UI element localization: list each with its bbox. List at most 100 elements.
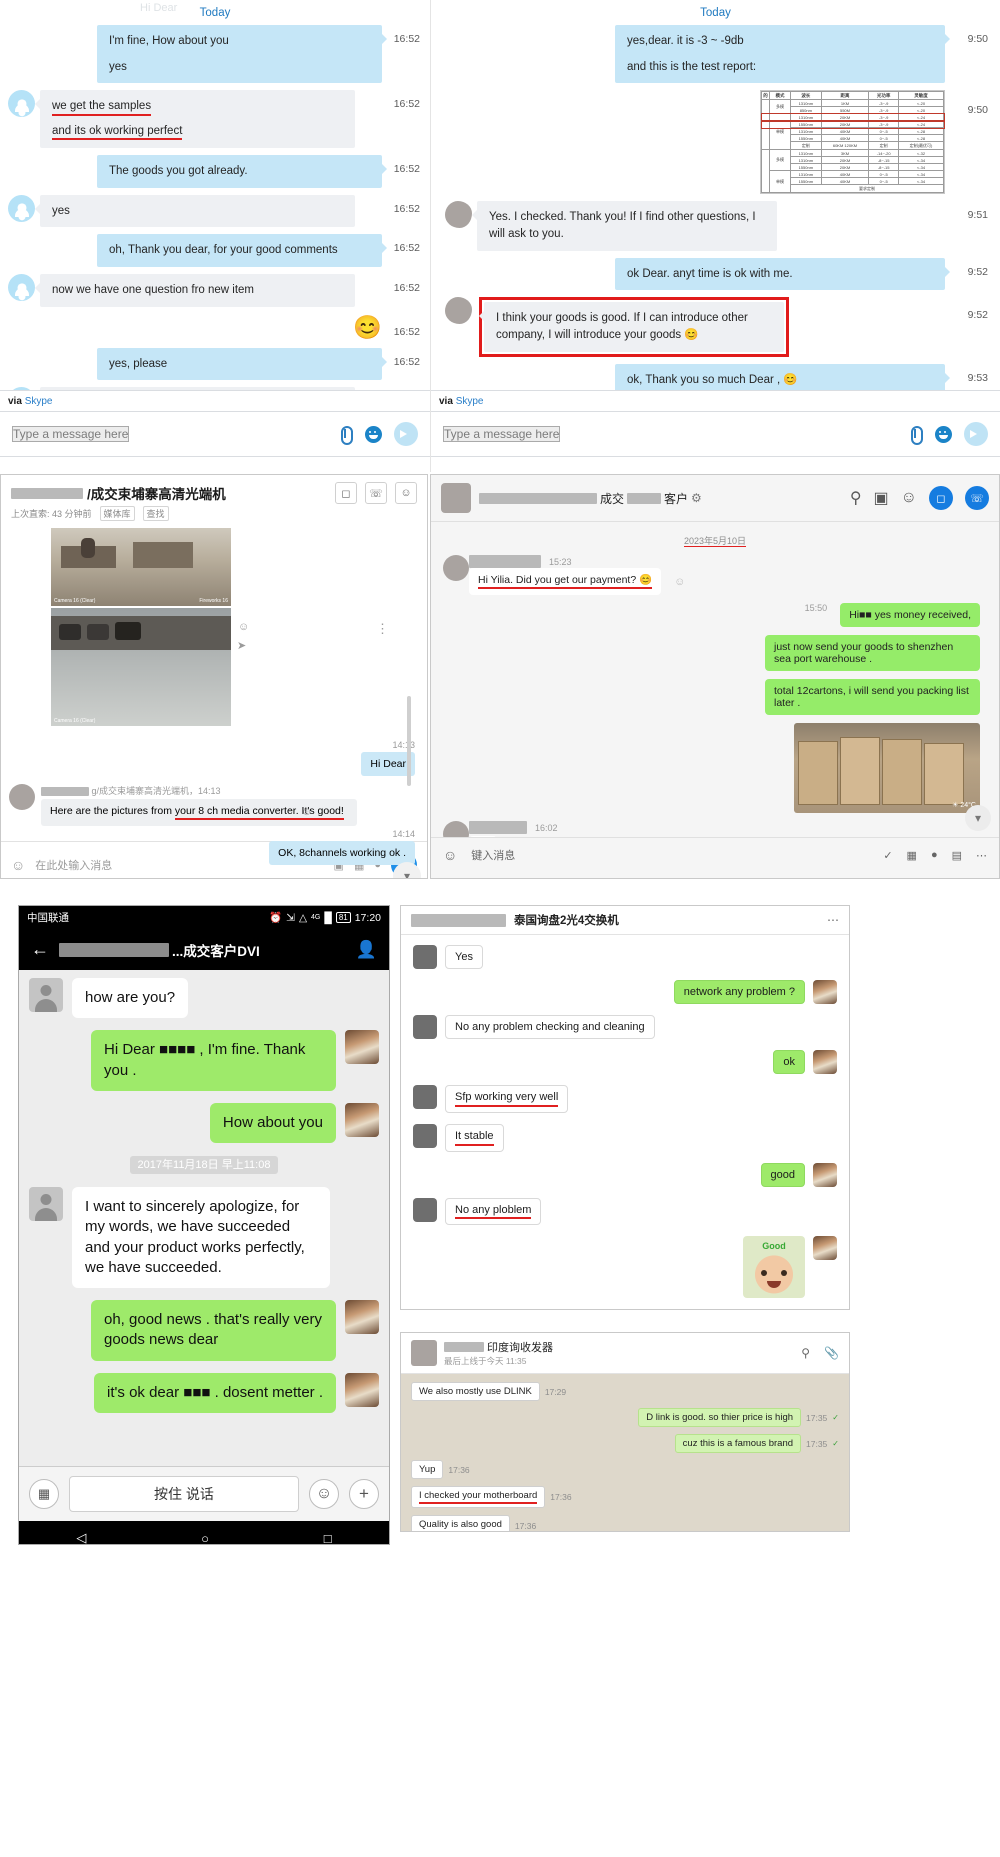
keyboard-icon[interactable]: ▦ bbox=[29, 1479, 59, 1509]
add-icon[interactable]: + bbox=[349, 1479, 379, 1509]
emoji-icon[interactable] bbox=[935, 425, 952, 443]
message-input[interactable]: Type a message here bbox=[12, 426, 130, 442]
chat-bubble[interactable]: total 12cartons, i will send you packing… bbox=[765, 679, 980, 716]
chat-bubble[interactable]: ok Dear. anyt time is ok with me. bbox=[615, 257, 950, 291]
attachment-icon[interactable]: 📎 bbox=[824, 1346, 839, 1360]
chat-bubble[interactable]: Yes bbox=[445, 945, 483, 969]
contact-icon[interactable]: 👤 bbox=[356, 940, 377, 960]
chat-bubble[interactable]: I'm fine, How about you yes bbox=[97, 25, 387, 84]
tab-media[interactable]: 媒体库 bbox=[99, 506, 135, 521]
emoji-react-icon[interactable]: ☺ bbox=[674, 576, 685, 588]
chat-bubble[interactable]: I checked your motherboard bbox=[411, 1486, 546, 1508]
chat-bubble[interactable]: we get the samples and its ok working pe… bbox=[35, 90, 355, 149]
emoji-icon[interactable] bbox=[365, 425, 382, 443]
chat-bubble[interactable]: network any problem ? bbox=[673, 980, 805, 1004]
chat-bubble[interactable]: oh, good news . that's really very goods… bbox=[91, 1300, 336, 1361]
composer[interactable]: ▦ 按住 说话 ☺ + bbox=[19, 1466, 389, 1521]
chat-bubble[interactable]: ok bbox=[773, 1050, 805, 1074]
chat-bubble[interactable]: the transmit ps is 4 input Analog camera bbox=[40, 387, 355, 390]
send-icon[interactable] bbox=[394, 422, 418, 446]
message-input[interactable]: 键入消息 bbox=[471, 847, 869, 863]
chat-bubble[interactable]: Hi bbox=[469, 836, 497, 837]
add-member-icon[interactable]: ☺ bbox=[901, 489, 917, 507]
chat-bubble[interactable]: Yes. I checked. Thank you! If I find oth… bbox=[472, 201, 777, 251]
chat-bubble[interactable]: Hi■■ yes money received, bbox=[840, 603, 980, 628]
chat-bubble[interactable]: Hi Yilia. Did you get our payment? 😊 bbox=[469, 568, 662, 596]
chat-bubble[interactable]: good bbox=[760, 1162, 805, 1187]
chat-bubble[interactable]: yes, please bbox=[97, 347, 387, 381]
search-icon[interactable]: ⚲ bbox=[801, 1346, 810, 1360]
chat-bubble[interactable]: We also mostly use DLINK bbox=[411, 1382, 540, 1401]
file-icon[interactable]: ▦ bbox=[907, 849, 917, 862]
chat-bubble[interactable]: just now send your goods to shenzhen sea… bbox=[765, 635, 980, 672]
camera-photo-2[interactable]: Camera 16 (Clear) bbox=[51, 608, 231, 726]
video-call-icon[interactable]: ◻ bbox=[335, 482, 357, 504]
test-report-image[interactable]: 的模式 波长 距离 光功率 灵敏度 多模 1310nm 1KM -3~-9 <-20 850nm… bbox=[760, 90, 945, 195]
add-contact-icon[interactable]: ☺ bbox=[395, 482, 417, 504]
emoji-icon[interactable]: ☺ bbox=[309, 1479, 339, 1509]
chat-bubble[interactable]: Sfp working very well bbox=[445, 1085, 569, 1113]
attachment-icon[interactable] bbox=[908, 425, 923, 445]
good-job-baby-sticker[interactable]: Good bbox=[743, 1236, 805, 1299]
emoji-react-icon[interactable]: ☺ bbox=[301, 806, 312, 818]
scrollbar-thumb[interactable] bbox=[407, 696, 411, 786]
message-row: Sfp working very well bbox=[413, 1085, 837, 1113]
translate-icon[interactable]: ✓ bbox=[883, 849, 892, 862]
message-input[interactable]: Type a message here bbox=[443, 426, 561, 442]
more-options-icon[interactable]: ⋯ bbox=[827, 913, 839, 927]
chat-bubble[interactable]: now we have one question fro new item bbox=[35, 274, 355, 307]
send-icon[interactable] bbox=[964, 422, 988, 446]
emoji-react-icon[interactable]: ☺ bbox=[238, 621, 249, 633]
hold-to-talk-button[interactable]: 按住 说话 bbox=[69, 1476, 299, 1512]
chat-bubble[interactable]: It stable bbox=[445, 1123, 504, 1152]
gear-icon[interactable]: ⚙ bbox=[691, 491, 702, 505]
chat-bubble[interactable]: cuz this is a famous brand bbox=[674, 1434, 802, 1453]
voice-call-button[interactable]: ☏ bbox=[965, 486, 989, 510]
chat-bubble[interactable]: No any ploblem bbox=[445, 1197, 542, 1226]
voice-call-icon[interactable]: ☏ bbox=[365, 482, 387, 504]
composer[interactable]: Type a message here bbox=[431, 411, 1000, 457]
composer[interactable]: Type a message here bbox=[0, 411, 430, 457]
mic-icon[interactable]: ● bbox=[931, 849, 938, 861]
back-button[interactable]: ◁ bbox=[76, 1530, 86, 1544]
more-options-icon[interactable]: ⋮ bbox=[376, 621, 389, 637]
emoji-message[interactable]: 😊 bbox=[353, 314, 382, 341]
search-icon[interactable]: ⚲ bbox=[850, 488, 862, 508]
back-icon[interactable]: ← bbox=[31, 939, 49, 960]
chat-bubble[interactable]: it's ok dear ■■■ . dosent metter . bbox=[94, 1372, 336, 1413]
video-call-button[interactable]: ◻ bbox=[929, 486, 953, 510]
chat-bubble[interactable]: oh, Thank you dear, for your good commen… bbox=[97, 234, 387, 268]
emoji-icon[interactable]: ☺ bbox=[443, 847, 457, 863]
chat-bubble[interactable]: ok, Thank you so much Dear , 😊 bbox=[615, 363, 950, 390]
chat-bubble[interactable]: Quality is also good bbox=[411, 1514, 510, 1531]
attachment-icon[interactable] bbox=[338, 425, 353, 445]
forward-icon[interactable]: ➤ bbox=[237, 639, 246, 652]
home-button[interactable]: ○ bbox=[201, 1531, 209, 1545]
chat-bubble[interactable]: Hi Dear ■■■■ , I'm fine. Thank you . bbox=[91, 1030, 336, 1091]
scroll-down-button[interactable]: ▾ bbox=[965, 805, 991, 831]
chat-bubble[interactable]: How about you bbox=[209, 1102, 336, 1143]
composer[interactable]: ☺ 键入消息 ✓ ▦ ● ▤ ⋯ bbox=[431, 837, 999, 872]
tab-search[interactable]: 查找 bbox=[142, 506, 169, 521]
chat-bubble[interactable]: how are you? bbox=[72, 978, 189, 1019]
chat-bubble[interactable]: I think your goods is good. If I can int… bbox=[479, 302, 784, 352]
image-icon[interactable]: ▣ bbox=[874, 488, 889, 508]
message-row: 16:02 Hi ☺ wow ☺ crazy ☺ so much 😊 ☺ bbox=[443, 821, 987, 837]
camera-photo-1[interactable]: Camera 16 (Clear) Fireworks 16 bbox=[51, 528, 231, 606]
message-time: 15:50 bbox=[804, 603, 828, 614]
chat-bubble[interactable]: D link is good. so thier price is high bbox=[638, 1408, 802, 1427]
keyboard-icon[interactable]: ▤ bbox=[952, 849, 962, 862]
recents-button[interactable]: □ bbox=[324, 1531, 332, 1545]
cartons-photo[interactable]: ☀ 24°C bbox=[794, 723, 980, 814]
more-icon[interactable]: ⋯ bbox=[976, 849, 987, 862]
emoji-icon[interactable]: ☺ bbox=[11, 857, 25, 873]
chat-bubble[interactable]: The goods you got already. bbox=[97, 155, 387, 188]
chat-bubble[interactable]: yes,dear. it is -3 ~ -9db and this is th… bbox=[615, 25, 950, 84]
chat-bubble[interactable]: No any problem checking and cleaning bbox=[445, 1015, 655, 1039]
chat-bubble[interactable]: I want to sincerely apologize, for my wo… bbox=[72, 1187, 330, 1288]
chat-bubble[interactable]: OK, 8channels working ok . bbox=[269, 841, 415, 865]
chat-bubble[interactable]: Yup bbox=[411, 1460, 444, 1479]
date-text: 2017年11月18日 早上11:08 bbox=[129, 1156, 279, 1174]
bubble-line: and its ok working perfect bbox=[52, 124, 183, 141]
chat-bubble[interactable]: yes bbox=[35, 194, 355, 228]
